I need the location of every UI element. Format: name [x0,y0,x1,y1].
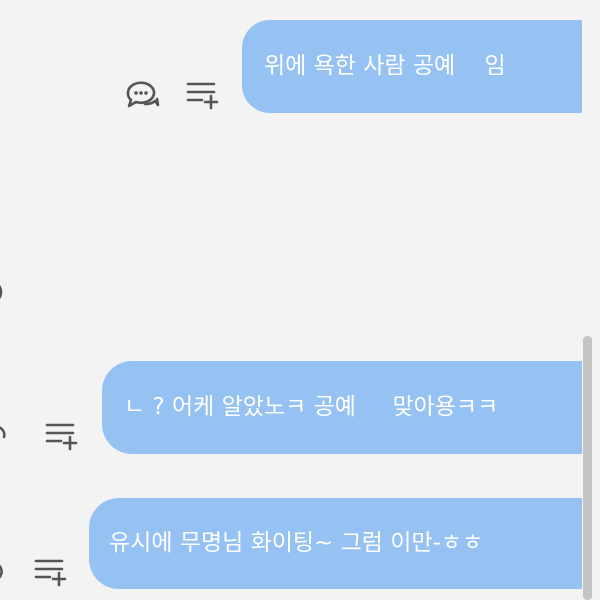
comment-bubbles-icon[interactable] [0,556,12,586]
comment-bubbles-icon[interactable] [124,78,160,110]
comment-bubbles-icon[interactable] [0,278,10,308]
message-text: 유시에 무명님 화이팅~ 그럼 이만-ㅎㅎ [109,530,484,556]
comment-bubbles-icon[interactable] [0,420,18,452]
add-to-list-icon[interactable] [45,421,79,451]
scrollbar[interactable] [583,336,592,600]
add-to-list-icon[interactable] [34,557,68,587]
message-text: 위에 욕한 사람 공예 임 [264,53,506,79]
message-text: ㄴ ? 어케 알았노ㅋ 공예 맞아용ㅋㅋ [124,394,499,420]
message-bubble[interactable]: 유시에 무명님 화이팅~ 그럼 이만-ㅎㅎ [89,498,582,589]
chat-view: 위에 욕한 사람 공예 임 ㄴ ? 어케 알았노ㅋ 공예 맞아용ㅋㅋ 유시에 무… [0,0,600,600]
message-bubble[interactable]: ㄴ ? 어케 알았노ㅋ 공예 맞아용ㅋㅋ [102,361,582,454]
message-bubble[interactable]: 위에 욕한 사람 공예 임 [242,20,582,113]
add-to-list-icon[interactable] [186,80,220,110]
